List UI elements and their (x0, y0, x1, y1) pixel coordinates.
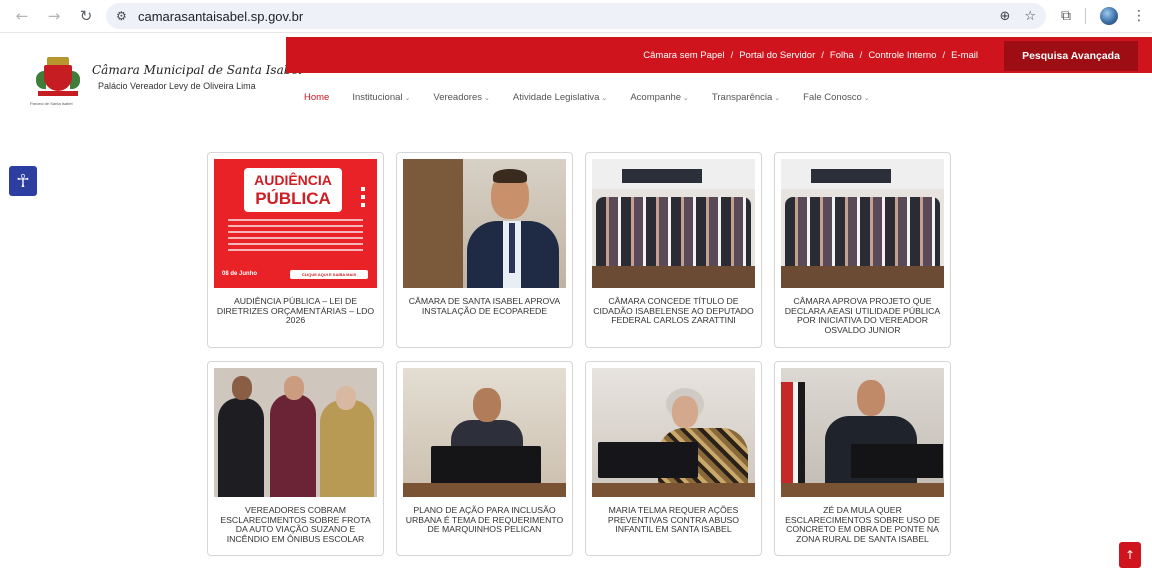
news-grid: AUDIÊNCIA PÚBLICA 08 de Junho CLIQUE AQU… (207, 152, 952, 560)
image-date: 08 de Junho (222, 271, 258, 277)
news-card[interactable]: MARIA TELMA REQUER AÇÕES PREVENTIVAS CON… (585, 361, 762, 556)
image-text-line2: PÚBLICA (255, 189, 331, 208)
news-image[interactable] (403, 159, 566, 288)
top-link-portal-servidor[interactable]: Portal do Servidor (739, 50, 815, 61)
news-title[interactable]: AUDIÊNCIA PÚBLICA – LEI DE DIRETRIZES OR… (214, 296, 377, 326)
bookmark-star-icon[interactable]: ☆ (1024, 9, 1036, 24)
news-title[interactable]: PLANO DE AÇÃO PARA INCLUSÃO URBANA É TEM… (403, 505, 566, 535)
back-icon[interactable]: ← (8, 2, 36, 30)
top-link-folha[interactable]: Folha (830, 50, 854, 61)
nav-institucional[interactable]: Institucional ⌄ (352, 92, 410, 103)
site-subtitle: Palácio Vereador Levy de Oliveira Lima (98, 81, 256, 91)
toolbar-separator (1085, 8, 1086, 24)
crest-icon (36, 55, 80, 97)
address-bar[interactable]: ⚙ camarasantaisabel.sp.gov.br ⊕ ☆ (106, 3, 1046, 29)
news-image[interactable] (214, 368, 377, 497)
news-title[interactable]: VEREADORES COBRAM ESCLARECIMENTOS SOBRE … (214, 505, 377, 544)
advanced-search-button[interactable]: Pesquisa Avançada (1004, 41, 1138, 71)
profile-avatar[interactable] (1100, 7, 1118, 25)
news-image[interactable] (781, 368, 944, 497)
top-bar: Câmara sem Papel / Portal do Servidor / … (286, 37, 1152, 73)
site-header: Paroeci de Santa Isabel Câmara Municipal… (0, 33, 1152, 118)
chevron-down-icon: ⌄ (483, 93, 490, 102)
news-title[interactable]: MARIA TELMA REQUER AÇÕES PREVENTIVAS CON… (592, 505, 755, 535)
news-card[interactable]: CÂMARA CONCEDE TÍTULO DE CIDADÃO ISABELE… (585, 152, 762, 348)
news-card[interactable]: PLANO DE AÇÃO PARA INCLUSÃO URBANA É TEM… (396, 361, 573, 556)
zoom-icon[interactable]: ⊕ (999, 9, 1010, 24)
news-title[interactable]: CÂMARA APROVA PROJETO QUE DECLARA AEASI … (781, 296, 944, 335)
nav-atividade-legislativa[interactable]: Atividade Legislativa ⌄ (513, 92, 607, 103)
top-link-email[interactable]: E-mail (951, 50, 978, 61)
chevron-down-icon: ⌄ (601, 93, 608, 102)
browser-toolbar: ← → ↻ ⚙ camarasantaisabel.sp.gov.br ⊕ ☆ … (0, 0, 1152, 33)
crest-motto: Paroeci de Santa Isabel (30, 101, 73, 106)
forward-icon[interactable]: → (40, 2, 68, 30)
extensions-icon[interactable]: ⧉ (1061, 8, 1071, 24)
chevron-down-icon: ⌄ (683, 93, 689, 102)
news-image[interactable] (592, 159, 755, 288)
omnibox-actions: ⊕ ☆ (999, 3, 1036, 29)
news-image[interactable] (781, 159, 944, 288)
site-settings-icon[interactable]: ⚙ (116, 9, 138, 23)
image-text-line1: AUDIÊNCIA (254, 172, 332, 188)
news-image[interactable] (592, 368, 755, 497)
accessibility-icon[interactable]: ☥ (9, 166, 37, 196)
news-card[interactable]: CÂMARA APROVA PROJETO QUE DECLARA AEASI … (774, 152, 951, 348)
nav-home[interactable]: Home (304, 92, 329, 103)
news-image[interactable]: AUDIÊNCIA PÚBLICA 08 de Junho CLIQUE AQU… (214, 159, 377, 288)
main-nav: Home Institucional ⌄ Vereadores ⌄ Atividad… (304, 89, 893, 105)
news-card[interactable]: CÂMARA DE SANTA ISABEL APROVA INSTALAÇÃO… (396, 152, 573, 348)
news-card[interactable]: VEREADORES COBRAM ESCLARECIMENTOS SOBRE … (207, 361, 384, 556)
news-card[interactable]: ZÉ DA MULA QUER ESCLARECIMENTOS SOBRE US… (774, 361, 951, 556)
nav-vereadores[interactable]: Vereadores ⌄ (433, 92, 489, 103)
top-links: Câmara sem Papel / Portal do Servidor / … (643, 49, 978, 61)
chevron-down-icon: ⌄ (404, 93, 411, 102)
news-title[interactable]: CÂMARA DE SANTA ISABEL APROVA INSTALAÇÃO… (403, 296, 566, 316)
arrow-up-icon[interactable]: ↑ (1119, 542, 1141, 568)
nav-acompanhe[interactable]: Acompanhe ⌄ (630, 92, 689, 103)
news-title[interactable]: ZÉ DA MULA QUER ESCLARECIMENTOS SOBRE US… (781, 505, 944, 544)
news-card[interactable]: AUDIÊNCIA PÚBLICA 08 de Junho CLIQUE AQU… (207, 152, 384, 348)
site-logo[interactable]: Paroeci de Santa Isabel Câmara Municipal… (30, 51, 302, 111)
nav-fale-conosco[interactable]: Fale Conosco ⌄ (803, 92, 870, 103)
url-text[interactable]: camarasantaisabel.sp.gov.br (138, 9, 303, 24)
news-image[interactable] (403, 368, 566, 497)
browser-actions: ⧉ ⋮ (1061, 3, 1146, 29)
chevron-down-icon: ⌄ (774, 93, 781, 102)
reload-icon[interactable]: ↻ (72, 2, 100, 30)
site-name: Câmara Municipal de Santa Isabel (92, 63, 303, 77)
menu-kebab-icon[interactable]: ⋮ (1132, 8, 1146, 24)
news-title[interactable]: CÂMARA CONCEDE TÍTULO DE CIDADÃO ISABELE… (592, 296, 755, 326)
top-link-camara-sem-papel[interactable]: Câmara sem Papel (643, 50, 724, 61)
nav-transparencia[interactable]: Transparência ⌄ (712, 92, 780, 103)
top-link-controle-interno[interactable]: Controle Interno (868, 50, 936, 61)
chevron-down-icon: ⌄ (863, 93, 870, 102)
image-cta: CLIQUE AQUI E SAIBA MAIS (290, 270, 368, 279)
